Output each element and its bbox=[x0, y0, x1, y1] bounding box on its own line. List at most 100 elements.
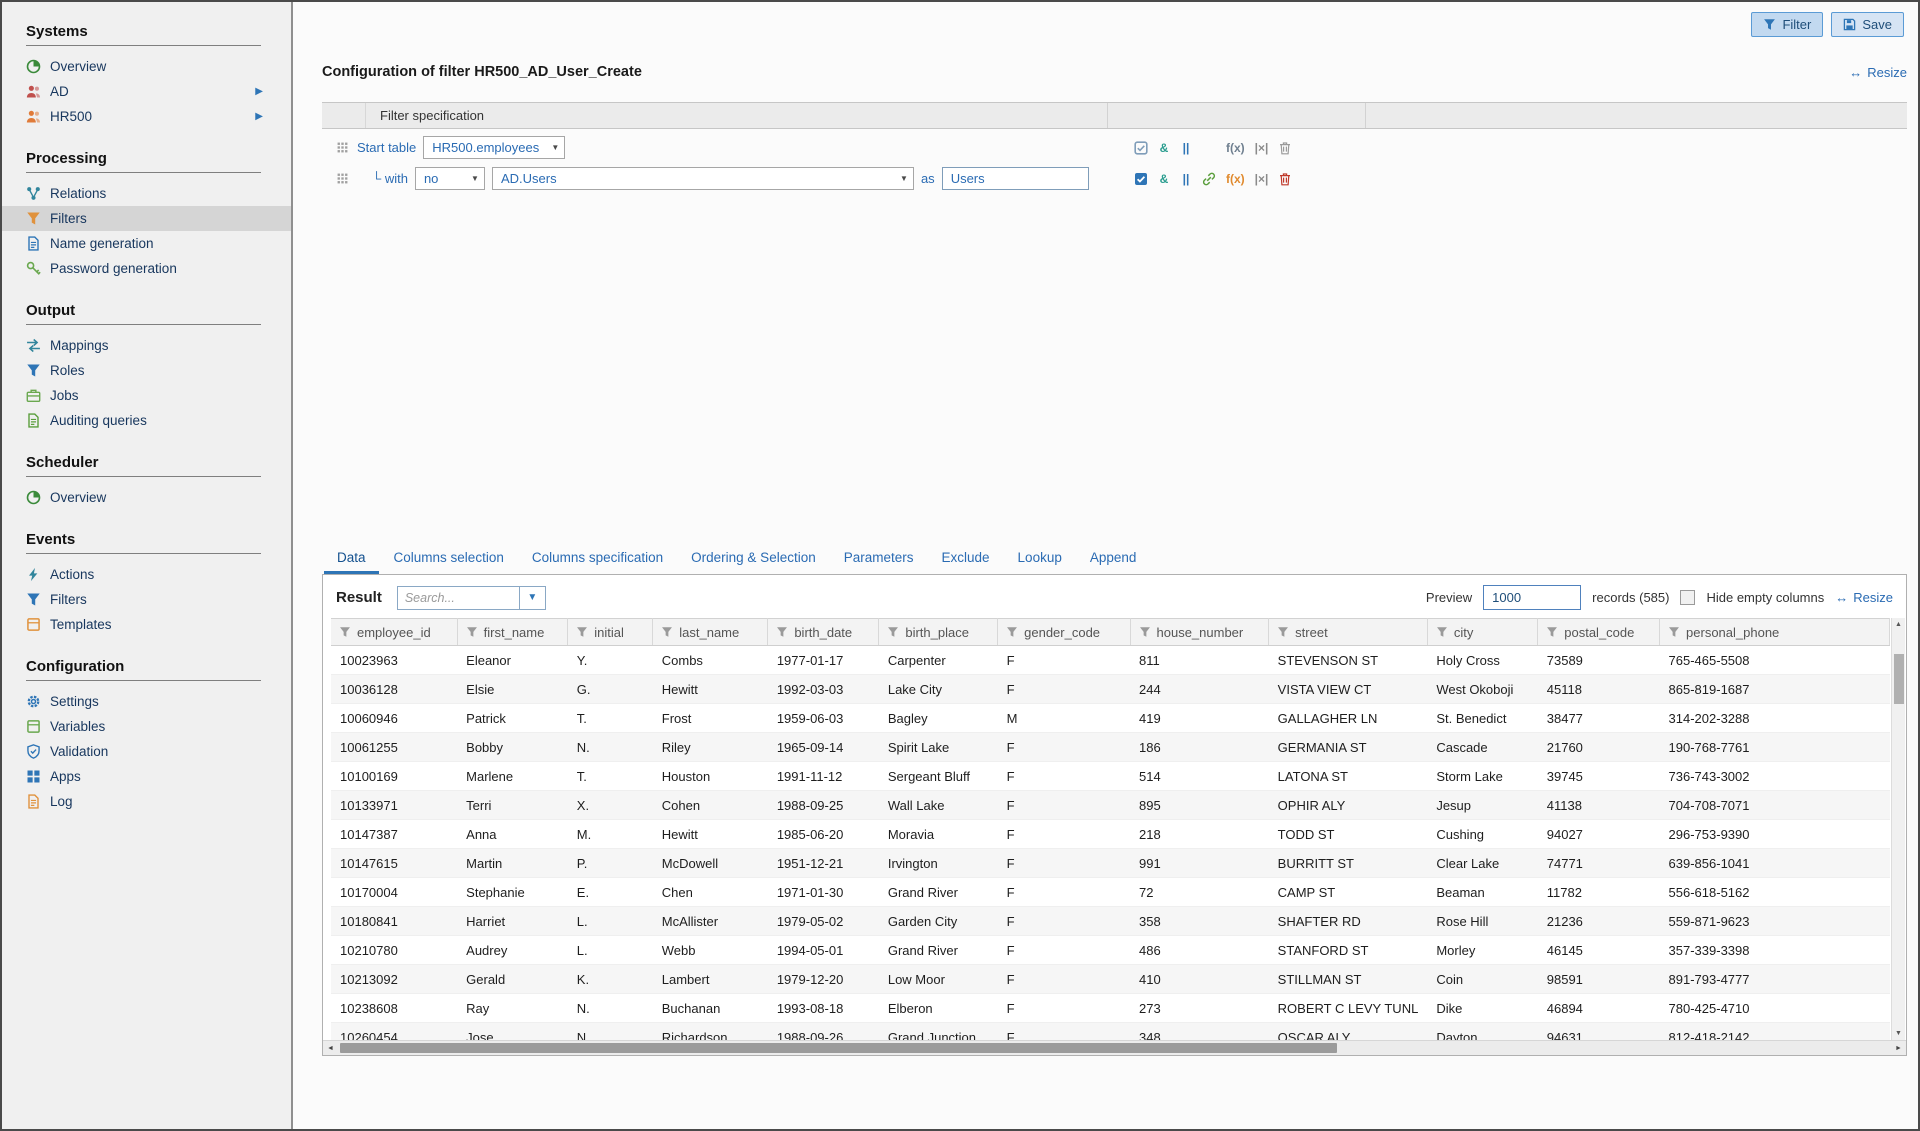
exclude-icon[interactable]: |×| bbox=[1255, 141, 1269, 155]
sidebar-item-templates[interactable]: Templates bbox=[2, 612, 291, 637]
delete-row-icon[interactable] bbox=[1278, 172, 1292, 186]
tab-columns-specification[interactable]: Columns specification bbox=[519, 543, 676, 574]
result-resize-link[interactable]: ↔ Resize bbox=[1835, 590, 1893, 605]
or-operator-icon[interactable]: || bbox=[1180, 141, 1192, 155]
column-header-street[interactable]: street bbox=[1268, 618, 1428, 646]
tab-columns-selection[interactable]: Columns selection bbox=[381, 543, 517, 574]
function-icon[interactable]: f(x) bbox=[1226, 172, 1245, 186]
table-row[interactable]: 10170004 Stephanie E. Chen 1971-01-30 Grand R… bbox=[331, 877, 1890, 907]
search-input[interactable] bbox=[396, 585, 519, 610]
column-header-personal-phone[interactable]: personal_phone bbox=[1659, 618, 1890, 646]
sidebar-item-validation[interactable]: Validation bbox=[2, 739, 291, 764]
vertical-scroll-thumb[interactable] bbox=[1894, 654, 1904, 704]
and-operator-icon[interactable]: & bbox=[1158, 141, 1170, 155]
column-header-house-number[interactable]: house_number bbox=[1130, 618, 1270, 646]
tab-append[interactable]: Append bbox=[1077, 543, 1150, 574]
table-cell: 314-202-3288 bbox=[1659, 703, 1890, 733]
column-header-last-name[interactable]: last_name bbox=[652, 618, 769, 646]
start-table-select[interactable]: HR500.employees ▼ bbox=[423, 136, 566, 159]
expand-chevron-icon[interactable]: ▶ bbox=[255, 111, 263, 122]
table-cell: West Okoboji bbox=[1427, 674, 1538, 704]
scroll-down-arrow[interactable]: ▼ bbox=[1892, 1027, 1905, 1040]
column-header-first-name[interactable]: first_name bbox=[457, 618, 569, 646]
sidebar-item-hr500[interactable]: HR500 ▶ bbox=[2, 104, 291, 129]
table-row[interactable]: 10133971 Terri X. Cohen 1988-09-25 Wall Lake F… bbox=[331, 790, 1890, 820]
link-icon[interactable] bbox=[1202, 172, 1216, 186]
sidebar-item-settings[interactable]: Settings bbox=[2, 689, 291, 714]
column-header-gender-code[interactable]: gender_code bbox=[997, 618, 1131, 646]
table-row[interactable]: 10210780 Audrey L. Webb 1994-05-01 Grand Rive… bbox=[331, 935, 1890, 965]
drag-handle-icon[interactable] bbox=[335, 171, 350, 186]
table-row[interactable]: 10147615 Martin P. McDowell 1951-12-21 Irving… bbox=[331, 848, 1890, 878]
sidebar-item-relations[interactable]: Relations bbox=[2, 181, 291, 206]
horizontal-scrollbar[interactable]: ◄ ► bbox=[323, 1040, 1906, 1055]
expand-chevron-icon[interactable]: ▶ bbox=[255, 86, 263, 97]
sidebar-item-filters[interactable]: Filters bbox=[2, 587, 291, 612]
tab-exclude[interactable]: Exclude bbox=[929, 543, 1003, 574]
table-row[interactable]: 10060946 Patrick T. Frost 1959-06-03 Bagley M 4… bbox=[331, 703, 1890, 733]
save-button[interactable]: Save bbox=[1831, 12, 1904, 37]
scroll-right-arrow[interactable]: ► bbox=[1891, 1041, 1906, 1055]
table-row[interactable]: 10180841 Harriet L. McAllister 1979-05-02 Gar… bbox=[331, 906, 1890, 936]
sidebar-item-apps[interactable]: Apps bbox=[2, 764, 291, 789]
scroll-up-arrow[interactable]: ▲ bbox=[1892, 618, 1905, 631]
table-cell: 1979-05-02 bbox=[767, 906, 879, 936]
sidebar-item-roles[interactable]: Roles bbox=[2, 358, 291, 383]
table-row[interactable]: 10036128 Elsie G. Hewitt 1992-03-03 Lake City… bbox=[331, 674, 1890, 704]
and-operator-icon[interactable]: & bbox=[1158, 172, 1170, 186]
tab-lookup[interactable]: Lookup bbox=[1005, 543, 1075, 574]
table-row[interactable]: 10213092 Gerald K. Lambert 1979-12-20 Low Moo… bbox=[331, 964, 1890, 994]
sidebar-item-auditing-queries[interactable]: Auditing queries bbox=[2, 408, 291, 433]
row-enabled-checkbox[interactable] bbox=[1134, 172, 1148, 186]
table-row[interactable]: 10023963 Eleanor Y. Combs 1977-01-17 Carpente… bbox=[331, 645, 1890, 675]
filter-spec-resize-link[interactable]: ↔ Resize bbox=[1849, 65, 1907, 80]
drag-handle-icon[interactable] bbox=[335, 140, 350, 155]
vertical-scrollbar[interactable]: ▲ ▼ bbox=[1891, 618, 1905, 1040]
funnel-icon bbox=[466, 626, 478, 638]
sidebar-item-filters[interactable]: Filters bbox=[2, 206, 291, 231]
search-dropdown-button[interactable]: ▼ bbox=[518, 585, 546, 610]
tab-ordering-selection[interactable]: Ordering & Selection bbox=[678, 543, 829, 574]
table-cell: 1988-09-26 bbox=[767, 1022, 879, 1040]
tab-parameters[interactable]: Parameters bbox=[831, 543, 927, 574]
sidebar-item-ad[interactable]: AD ▶ bbox=[2, 79, 291, 104]
sidebar-item-overview[interactable]: Overview bbox=[2, 485, 291, 510]
filter-button[interactable]: Filter bbox=[1751, 12, 1824, 37]
column-header-city[interactable]: city bbox=[1427, 618, 1539, 646]
join-table-select[interactable]: AD.Users ▼ bbox=[491, 167, 914, 190]
table-row[interactable]: 10100169 Marlene T. Houston 1991-11-12 Sergea… bbox=[331, 761, 1890, 791]
table-row[interactable]: 10061255 Bobby N. Riley 1965-09-14 Spirit Lak… bbox=[331, 732, 1890, 762]
tab-data[interactable]: Data bbox=[324, 543, 379, 574]
sidebar-item-variables[interactable]: Variables bbox=[2, 714, 291, 739]
table-cell: 1985-06-20 bbox=[767, 819, 879, 849]
column-header-initial[interactable]: initial bbox=[567, 618, 654, 646]
table-row[interactable]: 10238608 Ray N. Buchanan 1993-08-18 Elberon F 2… bbox=[331, 993, 1890, 1023]
save-icon bbox=[1843, 18, 1856, 31]
sidebar-item-name-generation[interactable]: Name generation bbox=[2, 231, 291, 256]
delete-row-icon[interactable] bbox=[1278, 141, 1292, 155]
column-header-birth-date[interactable]: birth_date bbox=[767, 618, 880, 646]
table-row[interactable]: 10147387 Anna M. Hewitt 1985-06-20 Moravia F 21… bbox=[331, 819, 1890, 849]
column-header-postal-code[interactable]: postal_code bbox=[1537, 618, 1661, 646]
sidebar-item-actions[interactable]: Actions bbox=[2, 562, 291, 587]
horizontal-scroll-thumb[interactable] bbox=[340, 1043, 1338, 1053]
sidebar-item-jobs[interactable]: Jobs bbox=[2, 383, 291, 408]
function-icon[interactable]: f(x) bbox=[1226, 141, 1245, 155]
or-operator-icon[interactable]: || bbox=[1180, 172, 1192, 186]
column-header-birth-place[interactable]: birth_place bbox=[878, 618, 999, 646]
row-enabled-checkbox[interactable] bbox=[1134, 140, 1148, 155]
sidebar-item-mappings[interactable]: Mappings bbox=[2, 333, 291, 358]
exclude-icon[interactable]: |×| bbox=[1255, 172, 1269, 186]
alias-input[interactable]: Users bbox=[941, 167, 1089, 190]
hide-empty-columns-checkbox[interactable] bbox=[1680, 590, 1696, 605]
sidebar-item-log[interactable]: Log bbox=[2, 789, 291, 814]
column-label: house_number bbox=[1156, 624, 1244, 640]
preview-count-input[interactable] bbox=[1483, 585, 1582, 610]
table-cell: Grand River bbox=[878, 935, 998, 965]
column-header-employee-id[interactable]: employee_id bbox=[331, 618, 458, 646]
sidebar-item-password-generation[interactable]: Password generation bbox=[2, 256, 291, 281]
scroll-left-arrow[interactable]: ◄ bbox=[323, 1041, 338, 1055]
join-type-select[interactable]: no ▼ bbox=[414, 167, 485, 190]
table-row[interactable]: 10260454 Jose N. Richardson 1988-09-26 Grand … bbox=[331, 1022, 1890, 1040]
sidebar-item-overview[interactable]: Overview bbox=[2, 54, 291, 79]
